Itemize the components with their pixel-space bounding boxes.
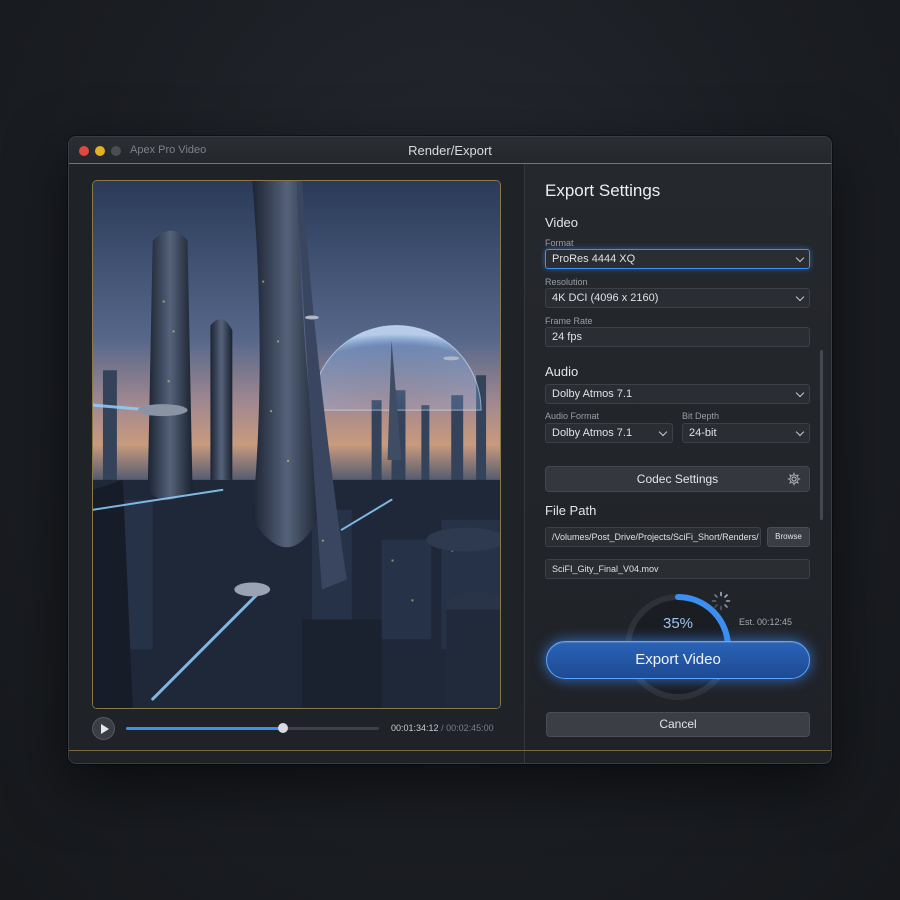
window-title: Render/Export bbox=[408, 143, 492, 158]
chevron-down-icon bbox=[795, 292, 805, 302]
frame-rate-value: 24 fps bbox=[552, 331, 582, 343]
audio-format-select[interactable]: Dolby Atmos 7.1 bbox=[545, 423, 673, 443]
audio-preset-value: Dolby Atmos 7.1 bbox=[552, 388, 633, 400]
title-bar: Apex Pro Video Render/Export bbox=[69, 137, 831, 164]
scrubber-progress-fill bbox=[126, 727, 283, 730]
bit-depth-value: 24-bit bbox=[689, 427, 717, 439]
current-timecode: 00:01:34:12 bbox=[391, 723, 439, 733]
audio-format-value: Dolby Atmos 7.1 bbox=[552, 427, 633, 439]
scrubber-handle[interactable] bbox=[277, 723, 288, 733]
export-video-button[interactable]: Export Video bbox=[546, 641, 810, 679]
filename-value: SciFI_Gity_Final_V04.mov bbox=[552, 564, 659, 574]
export-settings-panel: Export Settings Video Format ProRes 4444… bbox=[524, 164, 831, 763]
chevron-down-icon bbox=[795, 388, 805, 398]
audio-preset-select[interactable]: Dolby Atmos 7.1 bbox=[545, 384, 810, 404]
resolution-select[interactable]: 4K DCI (4096 x 2160) bbox=[545, 288, 810, 308]
format-select[interactable]: ProRes 4444 XQ bbox=[545, 249, 810, 269]
resolution-label: Resolution bbox=[545, 277, 588, 287]
file-path-value: /Volumes/Post_Drive/Projects/SciFi_Short… bbox=[552, 532, 759, 542]
time-estimate: Est. 00:12:45 bbox=[739, 617, 793, 627]
format-label: Format bbox=[545, 238, 574, 248]
file-path-section-heading: File Path bbox=[545, 503, 597, 518]
render-export-window: Apex Pro Video Render/Export 00:01:34:12… bbox=[68, 136, 832, 764]
gear-icon bbox=[787, 472, 801, 486]
timeline-scrubber[interactable] bbox=[126, 723, 379, 733]
video-section-heading: Video bbox=[545, 215, 579, 230]
file-path-field[interactable]: /Volumes/Post_Drive/Projects/SciFi_Short… bbox=[545, 527, 761, 547]
audio-section-heading: Audio bbox=[545, 364, 579, 379]
play-button[interactable] bbox=[92, 717, 115, 740]
cancel-button[interactable]: Cancel bbox=[546, 712, 810, 737]
video-preview[interactable] bbox=[92, 180, 501, 709]
preview-pane: 00:01:34:12 / 00:02:45:00 bbox=[69, 164, 524, 763]
codec-settings-label: Codec Settings bbox=[636, 472, 719, 486]
chevron-down-icon bbox=[795, 427, 805, 437]
chevron-down-icon bbox=[658, 427, 668, 437]
timecode-display: 00:01:34:12 / 00:02:45:00 bbox=[391, 723, 494, 733]
sci-fi-city-preview-image bbox=[93, 181, 500, 708]
timecode-separator: / bbox=[441, 723, 444, 733]
bit-depth-select[interactable]: 24-bit bbox=[682, 423, 810, 443]
settings-scrollbar[interactable] bbox=[820, 350, 823, 520]
format-value: ProRes 4444 XQ bbox=[552, 253, 636, 265]
total-timecode: 00:02:45:00 bbox=[446, 723, 494, 733]
codec-settings-button[interactable]: Codec Settings bbox=[545, 466, 810, 492]
bit-depth-label: Bit Depth bbox=[682, 411, 720, 421]
filename-field[interactable]: SciFI_Gity_Final_V04.mov bbox=[545, 559, 810, 579]
window-bottom-accent bbox=[69, 750, 831, 751]
panel-title: Export Settings bbox=[545, 181, 661, 200]
audio-format-label: Audio Format bbox=[545, 411, 600, 421]
progress-percent: 35% bbox=[662, 615, 694, 632]
chevron-down-icon bbox=[795, 253, 805, 263]
resolution-value: 4K DCI (4096 x 2160) bbox=[552, 292, 659, 304]
loading-spinner-icon bbox=[711, 591, 731, 611]
play-icon bbox=[100, 723, 109, 734]
frame-rate-field[interactable]: 24 fps bbox=[545, 327, 810, 347]
frame-rate-label: Frame Rate bbox=[545, 316, 593, 326]
browse-button[interactable]: Browse bbox=[767, 527, 810, 547]
